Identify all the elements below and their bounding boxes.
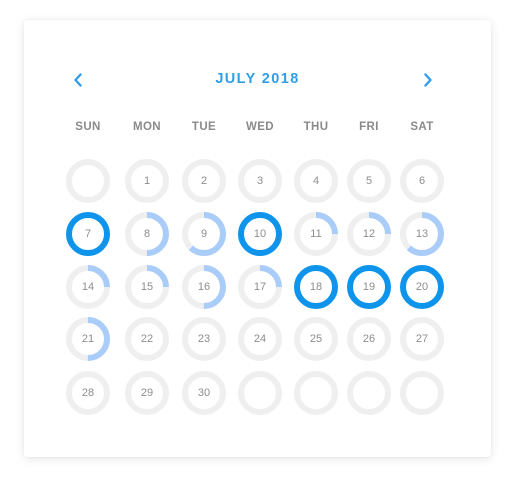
day-number: 14	[81, 281, 95, 293]
day-progress-ring	[294, 371, 338, 415]
ring-track	[238, 371, 282, 415]
day-number: 6	[418, 175, 426, 187]
day-number: 4	[312, 175, 320, 187]
next-month-button[interactable]	[418, 69, 438, 91]
weekday-wed: WED	[245, 121, 275, 133]
day-28[interactable]: 28	[65, 370, 111, 416]
day-number: 28	[81, 387, 95, 399]
day-number: 29	[140, 387, 154, 399]
day-3[interactable]: 3	[237, 158, 283, 204]
day-number: 13	[415, 228, 429, 240]
day-number: 3	[256, 175, 264, 187]
day-progress-ring	[66, 159, 110, 203]
day-7[interactable]: 7	[65, 211, 111, 257]
day-20[interactable]: 20	[399, 264, 445, 310]
day-29[interactable]: 29	[124, 370, 170, 416]
day-number: 15	[140, 281, 154, 293]
day-16[interactable]: 16	[181, 264, 227, 310]
day-number: 19	[362, 281, 376, 293]
day-number: 8	[143, 228, 151, 240]
day-14[interactable]: 14	[65, 264, 111, 310]
day-number: 23	[197, 333, 211, 345]
day-number: 27	[415, 333, 429, 345]
day-number: 25	[309, 333, 323, 345]
day-number: 11	[310, 228, 322, 240]
chevron-right-icon	[423, 73, 433, 87]
day-number: 16	[197, 281, 211, 293]
day-5[interactable]: 5	[346, 158, 392, 204]
weekday-sat: SAT	[410, 121, 434, 133]
day-number: 7	[84, 228, 92, 240]
day-26[interactable]: 26	[346, 316, 392, 362]
day-number: 12	[362, 228, 376, 240]
day-30[interactable]: 30	[181, 370, 227, 416]
day-18[interactable]: 18	[293, 264, 339, 310]
day-number: 30	[197, 387, 211, 399]
day-progress-ring	[347, 371, 391, 415]
day-11[interactable]: 11	[293, 211, 339, 257]
day-9[interactable]: 9	[181, 211, 227, 257]
day-25[interactable]: 25	[293, 316, 339, 362]
empty-day-cell	[65, 158, 111, 204]
day-15[interactable]: 15	[124, 264, 170, 310]
day-21[interactable]: 21	[65, 316, 111, 362]
weekday-sun: SUN	[75, 121, 101, 133]
day-number: 21	[81, 333, 95, 345]
ring-track	[400, 371, 444, 415]
day-2[interactable]: 2	[181, 158, 227, 204]
ring-track	[347, 371, 391, 415]
day-1[interactable]: 1	[124, 158, 170, 204]
day-number: 20	[415, 281, 429, 293]
weekday-thu: THU	[303, 121, 329, 133]
day-number: 26	[362, 333, 376, 345]
empty-day-cell	[346, 370, 392, 416]
weekday-tue: TUE	[191, 121, 217, 133]
day-number: 1	[143, 175, 151, 187]
day-number: 17	[253, 281, 267, 293]
day-number: 2	[200, 175, 208, 187]
day-27[interactable]: 27	[399, 316, 445, 362]
day-number: 5	[365, 175, 373, 187]
ring-track	[294, 371, 338, 415]
day-number: 9	[200, 228, 208, 240]
day-4[interactable]: 4	[293, 158, 339, 204]
weekday-mon: MON	[132, 121, 162, 133]
day-number: 22	[140, 333, 154, 345]
day-17[interactable]: 17	[237, 264, 283, 310]
day-number: 10	[253, 228, 267, 240]
day-13[interactable]: 13	[399, 211, 445, 257]
day-8[interactable]: 8	[124, 211, 170, 257]
day-19[interactable]: 19	[346, 264, 392, 310]
day-6[interactable]: 6	[399, 158, 445, 204]
day-22[interactable]: 22	[124, 316, 170, 362]
day-24[interactable]: 24	[237, 316, 283, 362]
empty-day-cell	[237, 370, 283, 416]
day-progress-ring	[400, 371, 444, 415]
day-number: 24	[253, 333, 267, 345]
day-23[interactable]: 23	[181, 316, 227, 362]
empty-day-cell	[399, 370, 445, 416]
day-12[interactable]: 12	[346, 211, 392, 257]
day-progress-ring	[238, 371, 282, 415]
ring-track	[66, 159, 110, 203]
day-10[interactable]: 10	[237, 211, 283, 257]
weekday-fri: FRI	[359, 121, 379, 133]
empty-day-cell	[293, 370, 339, 416]
day-number: 18	[309, 281, 323, 293]
